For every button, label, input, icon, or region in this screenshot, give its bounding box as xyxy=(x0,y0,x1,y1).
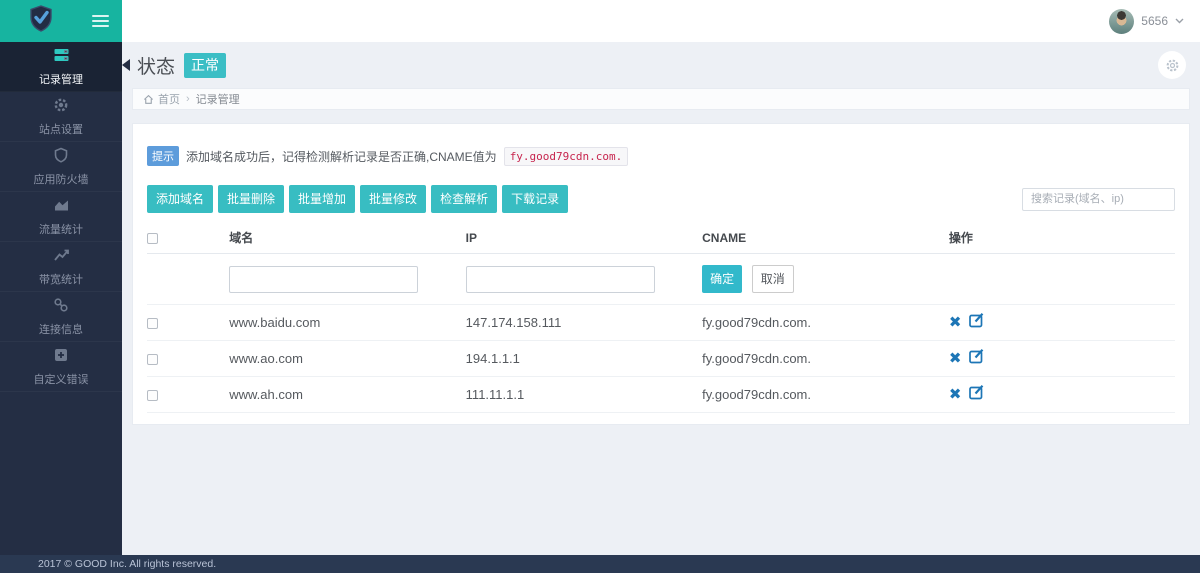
table-row: www.ao.com 194.1.1.1 fy.good79cdn.com. ✖ xyxy=(147,340,1175,377)
username: 5656 xyxy=(1141,14,1168,28)
batch-modify-button[interactable]: 批量修改 xyxy=(360,185,427,213)
column-header-actions: 操作 xyxy=(948,223,1175,254)
select-all-checkbox[interactable] xyxy=(147,232,158,244)
records-table: 域名 IP CNAME 操作 确定 取消 www.baidu.com 147.1… xyxy=(147,223,1175,413)
sidebar-item-traffic-stats[interactable]: 流量统计 xyxy=(0,192,122,242)
line-chart-icon xyxy=(53,247,70,268)
domain-input[interactable] xyxy=(229,265,419,293)
table-row: www.baidu.com 147.174.158.111 fy.good79c… xyxy=(147,304,1175,341)
topbar: 5656 xyxy=(0,0,1200,42)
hint-badge: 提示 xyxy=(147,146,179,166)
cell-domain: www.baidu.com xyxy=(229,304,466,341)
main-area: 记录管理 站点设置 应用防火墙 流量统计 带宽统计 连接信息 自定义错误 状态 … xyxy=(0,42,1200,555)
batch-delete-button[interactable]: 批量删除 xyxy=(218,185,285,213)
column-header-cname: CNAME xyxy=(702,223,949,254)
breadcrumb: 首页 › 记录管理 xyxy=(132,88,1190,110)
cell-cname: fy.good79cdn.com. xyxy=(702,376,949,413)
download-records-button[interactable]: 下载记录 xyxy=(502,185,569,213)
cname-code: fy.good79cdn.com. xyxy=(503,146,629,166)
delete-record-icon[interactable]: ✖ xyxy=(949,314,962,331)
records-panel: 提示 添加域名成功后，记得检测解析记录是否正确,CNAME值为 fy.good7… xyxy=(132,123,1190,425)
sidebar-item-label: 流量统计 xyxy=(39,223,83,236)
sidebar-pointer-notch xyxy=(122,59,130,71)
sidebar-item-firewall[interactable]: 应用防火墙 xyxy=(0,142,122,192)
ip-input[interactable] xyxy=(465,265,655,293)
content-area: 状态 正常 首页 › 记录管理 提示 添加域名成功后，记得检测解析记录是否正确,… xyxy=(122,42,1200,555)
delete-record-icon[interactable]: ✖ xyxy=(949,350,962,367)
sidebar-item-records[interactable]: 记录管理 xyxy=(0,42,122,92)
column-header-domain: 域名 xyxy=(229,223,466,254)
cell-domain: www.ah.com xyxy=(229,376,466,413)
cell-ip: 111.11.1.1 xyxy=(465,376,703,413)
gear-icon xyxy=(53,97,69,118)
edit-record-icon[interactable] xyxy=(968,385,985,404)
batch-add-button[interactable]: 批量增加 xyxy=(289,185,356,213)
copyright-text: 2017 © GOOD Inc. All rights reserved. xyxy=(38,558,217,570)
server-icon xyxy=(53,47,70,68)
edit-record-icon[interactable] xyxy=(968,313,985,332)
content-header: 状态 正常 xyxy=(122,42,1200,88)
shield-icon xyxy=(53,147,69,168)
breadcrumb-home-link[interactable]: 首页 xyxy=(143,91,180,107)
link-icon xyxy=(53,297,69,318)
add-domain-button[interactable]: 添加域名 xyxy=(147,185,214,213)
toolbar: 添加域名 批量删除 批量增加 批量修改 检查解析 下载记录 xyxy=(147,185,1175,213)
cell-cname: fy.good79cdn.com. xyxy=(702,304,949,341)
cell-ip: 147.174.158.111 xyxy=(465,304,703,341)
settings-button[interactable] xyxy=(1158,51,1186,79)
home-icon xyxy=(143,94,154,104)
sidebar-item-bandwidth-stats[interactable]: 带宽统计 xyxy=(0,242,122,292)
area-chart-icon xyxy=(53,197,70,218)
status-label: 状态 xyxy=(137,56,176,78)
check-resolution-button[interactable]: 检查解析 xyxy=(431,185,498,213)
plus-square-icon xyxy=(53,347,69,368)
brand-area xyxy=(0,0,122,42)
sidebar-item-label: 自定义错误 xyxy=(33,373,89,386)
sidebar-item-label: 记录管理 xyxy=(39,73,83,86)
user-menu[interactable]: 5656 xyxy=(1109,0,1200,42)
sidebar-item-label: 连接信息 xyxy=(39,323,83,336)
avatar xyxy=(1109,8,1135,34)
breadcrumb-current: 记录管理 xyxy=(195,94,240,106)
sidebar: 记录管理 站点设置 应用防火墙 流量统计 带宽统计 连接信息 自定义错误 xyxy=(0,42,122,555)
breadcrumb-separator: › xyxy=(186,93,190,105)
sidebar-item-label: 站点设置 xyxy=(39,123,83,136)
shield-logo-icon xyxy=(29,5,53,37)
sidebar-item-custom-errors[interactable]: 自定义错误 xyxy=(0,342,122,392)
column-header-ip: IP xyxy=(465,223,703,254)
confirm-button[interactable]: 确定 xyxy=(702,265,743,293)
inline-edit-row: 确定 取消 xyxy=(147,253,1175,305)
table-header-row: 域名 IP CNAME 操作 xyxy=(147,223,1175,254)
sidebar-item-label: 带宽统计 xyxy=(39,273,83,286)
row-checkbox[interactable] xyxy=(147,389,158,401)
chevron-down-icon xyxy=(1175,16,1184,26)
status-badge: 正常 xyxy=(184,52,227,78)
search-input[interactable] xyxy=(1022,187,1175,211)
hamburger-menu-icon[interactable] xyxy=(92,12,109,30)
cell-domain: www.ao.com xyxy=(229,340,466,377)
footer: 2017 © GOOD Inc. All rights reserved. xyxy=(0,555,1200,573)
cname-hint: 提示 添加域名成功后，记得检测解析记录是否正确,CNAME值为 fy.good7… xyxy=(147,146,1175,166)
sidebar-item-site-settings[interactable]: 站点设置 xyxy=(0,92,122,142)
cancel-button[interactable]: 取消 xyxy=(751,265,794,293)
edit-record-icon[interactable] xyxy=(968,349,985,368)
table-row: www.ah.com 111.11.1.1 fy.good79cdn.com. … xyxy=(147,376,1175,413)
cell-cname: fy.good79cdn.com. xyxy=(702,340,949,377)
sidebar-item-connection-info[interactable]: 连接信息 xyxy=(0,292,122,342)
row-checkbox[interactable] xyxy=(147,353,158,365)
sidebar-item-label: 应用防火墙 xyxy=(33,173,89,186)
delete-record-icon[interactable]: ✖ xyxy=(949,386,962,403)
row-checkbox[interactable] xyxy=(147,317,158,329)
hint-text: 添加域名成功后，记得检测解析记录是否正确,CNAME值为 xyxy=(186,149,497,164)
cell-ip: 194.1.1.1 xyxy=(465,340,703,377)
